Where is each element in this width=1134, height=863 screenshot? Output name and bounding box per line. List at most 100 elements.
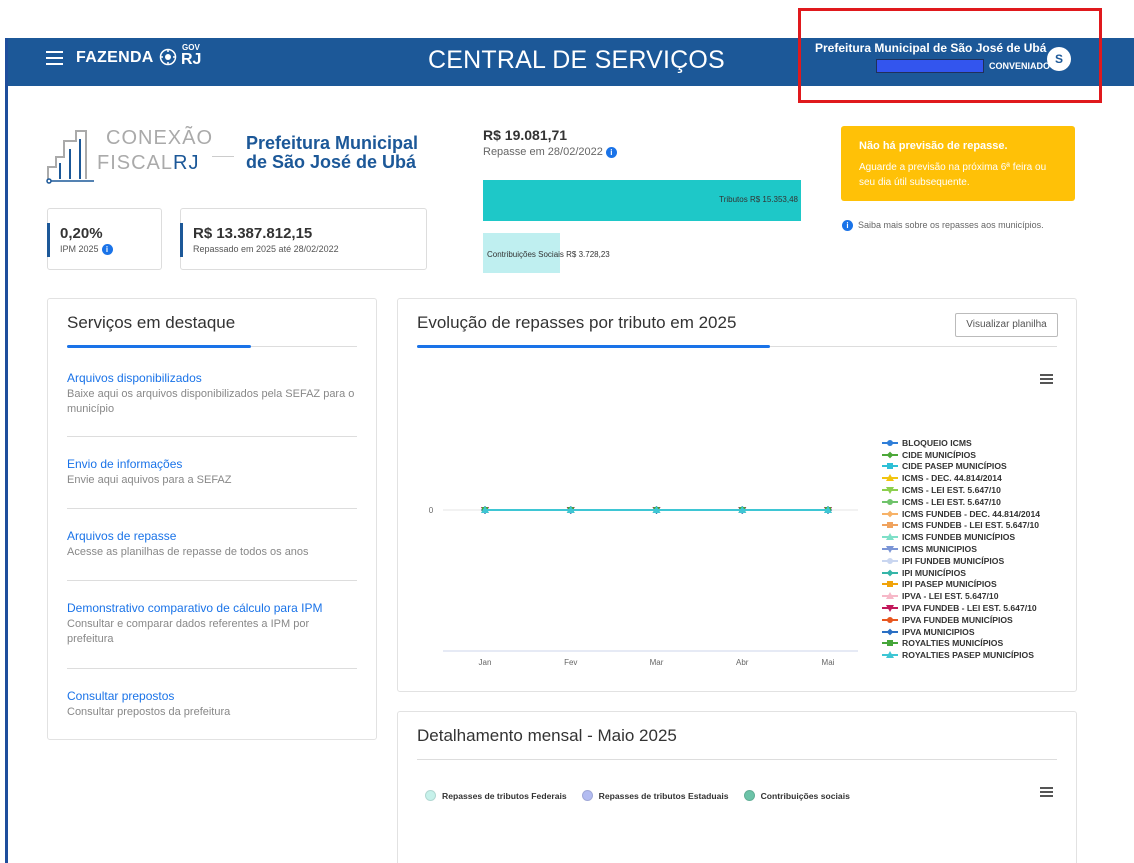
legend-item[interactable]: ROYALTIES PASEP MUNICÍPIOS <box>882 649 1072 661</box>
legend-marker <box>882 569 898 577</box>
kpi-ipm-label-row: IPM 2025 i <box>60 244 113 256</box>
service-item-arquivos-repasse[interactable]: Arquivos de repasse Acesse as planilhas … <box>67 529 357 560</box>
legend-marker <box>882 533 898 541</box>
page-left-border <box>5 38 8 863</box>
legend-marker <box>882 580 898 588</box>
legend-marker <box>882 616 898 624</box>
legend-item[interactable]: ICMS FUNDEB - DEC. 44.814/2014 <box>882 508 1072 520</box>
service-description: Acesse as planilhas de repasse de todos … <box>67 546 309 558</box>
brand-fazenda[interactable]: FAZENDA <box>76 49 154 67</box>
divider <box>417 759 1057 760</box>
legend-item[interactable]: CIDE PASEP MUNICÍPIOS <box>882 461 1072 473</box>
info-icon[interactable]: i <box>605 146 617 158</box>
top-header: FAZENDA GOV RJ CENTRAL DE SERVIÇOS Prefe… <box>8 38 1134 86</box>
legend-marker <box>882 604 898 613</box>
legend-label: ICMS FUNDEB MUNICÍPIOS <box>902 532 1016 543</box>
view-spreadsheet-button[interactable]: Visualizar planilha <box>955 313 1058 337</box>
legend-item[interactable]: ICMS - LEI EST. 5.647/10 <box>882 484 1072 496</box>
menu-icon[interactable] <box>46 51 63 65</box>
legend-item[interactable]: IPI FUNDEB MUNICÍPIOS <box>882 555 1072 567</box>
avatar[interactable]: S <box>1047 47 1071 71</box>
legend-item[interactable]: ICMS MUNICIPIOS <box>882 543 1072 555</box>
divider <box>67 436 357 437</box>
legend-item[interactable]: Repasses de tributos Estaduais <box>581 790 729 801</box>
brand-rj: RJ <box>181 51 202 68</box>
kpi-ipm-value: 0,20% <box>60 225 103 242</box>
x-tick-label: Jan <box>479 658 492 667</box>
kpi-ipm-label: IPM 2025 <box>60 244 99 254</box>
service-link[interactable]: Demonstrativo comparativo de cálculo par… <box>67 601 357 615</box>
service-item-arquivos-disponibilizados[interactable]: Arquivos disponibilizados Baixe aqui os … <box>67 371 357 417</box>
user-municipality: Prefeitura Municipal de São José de Ubá <box>815 41 1047 55</box>
legend-item[interactable]: IPI MUNICÍPIOS <box>882 567 1072 579</box>
x-tick-label: Mar <box>650 658 664 667</box>
legend-marker <box>882 451 898 459</box>
legend-item[interactable]: Repasses de tributos Federais <box>425 790 567 801</box>
legend-marker <box>882 592 898 600</box>
legend-item[interactable]: ICMS - LEI EST. 5.647/10 <box>882 496 1072 508</box>
legend-marker <box>882 628 898 636</box>
legend-item[interactable]: IPVA MUNICIPIOS <box>882 626 1072 638</box>
service-link[interactable]: Consultar prepostos <box>67 689 357 703</box>
legend-marker <box>882 462 898 470</box>
legend-label: IPI MUNICÍPIOS <box>902 567 966 578</box>
legend-label: IPVA MUNICIPIOS <box>902 626 975 637</box>
legend-marker <box>882 474 898 482</box>
legend-item[interactable]: IPVA FUNDEB MUNICÍPIOS <box>882 614 1072 626</box>
service-item-demonstrativo-ipm[interactable]: Demonstrativo comparativo de cálculo par… <box>67 601 357 647</box>
legend-marker <box>425 790 436 801</box>
x-tick-label: Fev <box>564 658 577 667</box>
tributos-bar: Tributos R$ 15.353,48 <box>483 180 801 221</box>
redacted-user-name <box>876 59 984 73</box>
services-title: Serviços em destaque <box>67 313 236 332</box>
legend-marker <box>581 790 593 801</box>
services-panel: Serviços em destaque Arquivos disponibil… <box>47 298 377 740</box>
legend-label: IPVA FUNDEB MUNICÍPIOS <box>902 614 1013 625</box>
kpi-repassado-card: R$ 13.387.812,15 Repassado em 2025 até 2… <box>180 208 427 270</box>
legend-item[interactable]: IPVA FUNDEB - LEI EST. 5.647/10 <box>882 602 1072 614</box>
legend-label: IPVA FUNDEB - LEI EST. 5.647/10 <box>902 603 1037 614</box>
alert-body: Aguarde a previsão na próxima 6ª feira o… <box>859 162 1047 188</box>
legend-marker <box>882 639 898 647</box>
repasse-date-row: Repasse em 28/02/2022 i <box>483 146 617 158</box>
alert-title: Não há previsão de repasse. <box>859 140 1008 152</box>
info-icon[interactable]: i <box>101 244 113 256</box>
legend-label: CIDE MUNICÍPIOS <box>902 449 977 460</box>
services-title-underline <box>67 345 251 348</box>
legend-marker <box>882 486 898 495</box>
building-logo-icon <box>46 130 94 184</box>
service-link[interactable]: Arquivos disponibilizados <box>67 371 357 385</box>
legend-item[interactable]: IPI PASEP MUNICÍPIOS <box>882 579 1072 591</box>
chart-menu-icon[interactable] <box>1040 787 1053 797</box>
legend-label: Repasses de tributos Federais <box>442 790 567 801</box>
service-description: Envie aqui aquivos para a SEFAZ <box>67 474 232 486</box>
conexao-fiscal-logo: CONEXÃO FISCALRJ <box>46 127 212 185</box>
repasses-info-link-text[interactable]: Saiba mais sobre os repasses aos municíp… <box>858 220 1044 230</box>
repasse-date: Repasse em 28/02/2022 <box>483 146 603 158</box>
kpi-repassado-value: R$ 13.387.812,15 <box>193 225 313 242</box>
service-item-envio-informacoes[interactable]: Envio de informações Envie aqui aquivos … <box>67 457 357 488</box>
legend-item[interactable]: ROYALTIES MUNICÍPIOS <box>882 638 1072 650</box>
kpi-accent <box>180 223 183 257</box>
legend-label: IPVA - LEI EST. 5.647/10 <box>902 591 999 602</box>
service-item-consultar-prepostos[interactable]: Consultar prepostos Consultar prepostos … <box>67 689 357 720</box>
repasses-info-link[interactable]: i Saiba mais sobre os repasses aos municí… <box>842 220 1044 232</box>
legend-item[interactable]: ICMS FUNDEB MUNICÍPIOS <box>882 531 1072 543</box>
monthly-detail-title: Detalhamento mensal - Maio 2025 <box>417 726 677 745</box>
monthly-detail-panel: Detalhamento mensal - Maio 2025 Repasses… <box>397 711 1077 863</box>
repasse-value: R$ 19.081,71 <box>483 127 568 143</box>
legend-item[interactable]: Contribuições sociais <box>743 790 850 801</box>
y-tick-label: 0 <box>429 506 434 515</box>
legend-item[interactable]: CIDE MUNICÍPIOS <box>882 449 1072 461</box>
chart-legend: BLOQUEIO ICMS CIDE MUNICÍPIOS CIDE PASEP M… <box>882 437 1072 661</box>
legend-item[interactable]: ICMS FUNDEB - LEI EST. 5.647/10 <box>882 520 1072 532</box>
legend-item[interactable]: BLOQUEIO ICMS <box>882 437 1072 449</box>
service-link[interactable]: Arquivos de repasse <box>67 529 357 543</box>
legend-marker <box>882 521 898 529</box>
service-link[interactable]: Envio de informações <box>67 457 357 471</box>
divider <box>67 508 357 509</box>
legend-label: Repasses de tributos Estaduais <box>598 790 729 801</box>
legend-marker <box>882 510 898 518</box>
legend-item[interactable]: IPVA - LEI EST. 5.647/10 <box>882 590 1072 602</box>
legend-item[interactable]: ICMS - DEC. 44.814/2014 <box>882 472 1072 484</box>
